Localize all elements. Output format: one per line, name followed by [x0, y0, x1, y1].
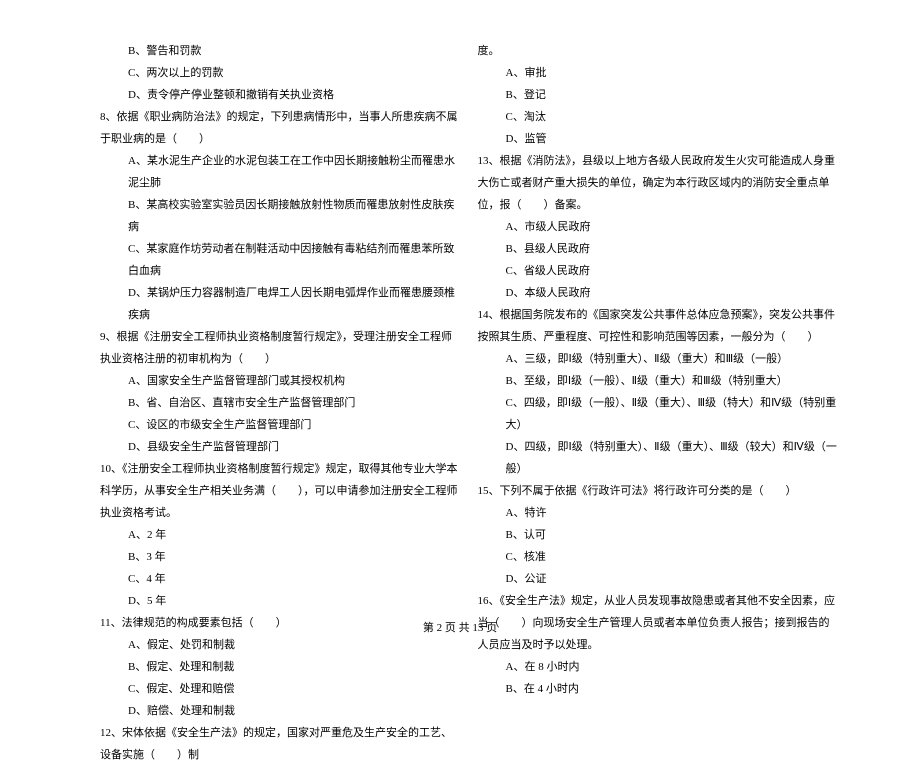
- q8-text: 8、依据《职业病防治法》的规定，下列患病情形中，当事人所患疾病不属于职业病的是（…: [100, 106, 463, 150]
- q12-text: 12、宋体依据《安全生产法》的规定，国家对严重危及生产安全的工艺、设备实施（ ）…: [100, 722, 463, 766]
- q7-option-b: B、警告和罚款: [100, 40, 463, 62]
- q14-option-d: D、四级，即Ⅰ级（特别重大）、Ⅱ级（重大）、Ⅲ级（较大）和Ⅳ级（一般）: [478, 436, 841, 480]
- q11-option-b: B、假定、处理和制裁: [100, 656, 463, 678]
- q12-option-a: A、审批: [478, 62, 841, 84]
- q8-option-c: C、某家庭作坊劳动者在制鞋活动中因接触有毒粘结剂而罹患苯所致白血病: [100, 238, 463, 282]
- q10-option-d: D、5 年: [100, 590, 463, 612]
- q8-option-d: D、某锅炉压力容器制造厂电焊工人因长期电弧焊作业而罹患腰颈椎疾病: [100, 282, 463, 326]
- page-footer: 第 2 页 共 13 页: [0, 619, 920, 635]
- page-container: B、警告和罚款 C、两次以上的罚款 D、责令停产停业整顿和撤销有关执业资格 8、…: [0, 0, 920, 615]
- q12-continue: 度。: [478, 40, 841, 62]
- q15-option-d: D、公证: [478, 568, 841, 590]
- q13-option-b: B、县级人民政府: [478, 238, 841, 260]
- q12-option-c: C、淘汰: [478, 106, 841, 128]
- q13-option-a: A、市级人民政府: [478, 216, 841, 238]
- q10-option-a: A、2 年: [100, 524, 463, 546]
- q10-text: 10、《注册安全工程师执业资格制度暂行规定》规定，取得其他专业大学本科学历，从事…: [100, 458, 463, 524]
- q12-option-b: B、登记: [478, 84, 841, 106]
- q9-option-a: A、国家安全生产监督管理部门或其授权机构: [100, 370, 463, 392]
- q14-text: 14、根据国务院发布的《国家突发公共事件总体应急预案》，突发公共事件按照其生质、…: [478, 304, 841, 348]
- q13-text: 13、根据《消防法》，县级以上地方各级人民政府发生火灾可能造成人身重大伤亡或者财…: [478, 150, 841, 216]
- q11-option-a: A、假定、处罚和制裁: [100, 634, 463, 656]
- q12-option-d: D、监管: [478, 128, 841, 150]
- q7-option-d: D、责令停产停业整顿和撤销有关执业资格: [100, 84, 463, 106]
- q9-text: 9、根据《注册安全工程师执业资格制度暂行规定》，受理注册安全工程师执业资格注册的…: [100, 326, 463, 370]
- q11-option-d: D、赔偿、处理和制裁: [100, 700, 463, 722]
- q16-option-a: A、在 8 小时内: [478, 656, 841, 678]
- q10-option-c: C、4 年: [100, 568, 463, 590]
- q15-option-c: C、核准: [478, 546, 841, 568]
- q9-option-c: C、设区的市级安全生产监督管理部门: [100, 414, 463, 436]
- right-column: 度。 A、审批 B、登记 C、淘汰 D、监管 13、根据《消防法》，县级以上地方…: [478, 40, 891, 605]
- q13-option-d: D、本级人民政府: [478, 282, 841, 304]
- q9-option-d: D、县级安全生产监督管理部门: [100, 436, 463, 458]
- q14-option-b: B、至级，即Ⅰ级（一般）、Ⅱ级（重大）和Ⅲ级（特别重大）: [478, 370, 841, 392]
- q11-option-c: C、假定、处理和赔偿: [100, 678, 463, 700]
- q7-option-c: C、两次以上的罚款: [100, 62, 463, 84]
- q9-option-b: B、省、自治区、直辖市安全生产监督管理部门: [100, 392, 463, 414]
- q8-option-a: A、某水泥生产企业的水泥包装工在工作中因长期接触粉尘而罹患水泥尘肺: [100, 150, 463, 194]
- q15-option-b: B、认可: [478, 524, 841, 546]
- q16-option-b: B、在 4 小时内: [478, 678, 841, 700]
- q14-option-a: A、三级，即Ⅰ级（特别重大）、Ⅱ级（重大）和Ⅲ级（一般）: [478, 348, 841, 370]
- q10-option-b: B、3 年: [100, 546, 463, 568]
- left-column: B、警告和罚款 C、两次以上的罚款 D、责令停产停业整顿和撤销有关执业资格 8、…: [30, 40, 478, 605]
- q8-option-b: B、某高校实验室实验员因长期接触放射性物质而罹患放射性皮肤疾病: [100, 194, 463, 238]
- q13-option-c: C、省级人民政府: [478, 260, 841, 282]
- q15-option-a: A、特许: [478, 502, 841, 524]
- q14-option-c: C、四级，即Ⅰ级（一般）、Ⅱ级（重大）、Ⅲ级（特大）和Ⅳ级（特别重大）: [478, 392, 841, 436]
- q15-text: 15、下列不属于依据《行政许可法》将行政许可分类的是（ ）: [478, 480, 841, 502]
